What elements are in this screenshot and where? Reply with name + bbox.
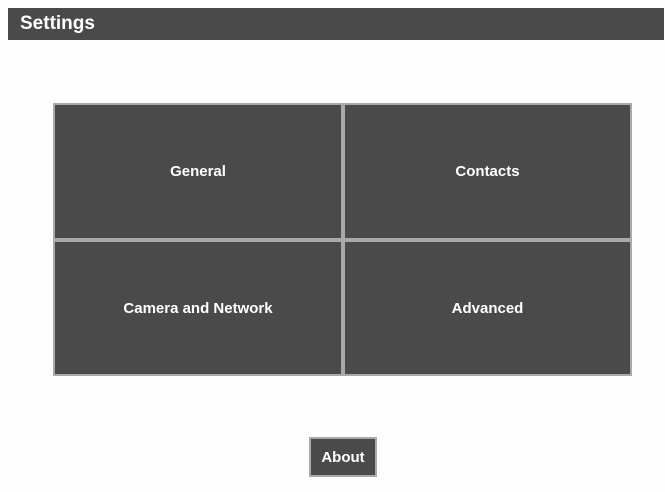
title-bar: Settings [8,8,664,40]
advanced-settings-label: Advanced [451,299,524,317]
general-settings-button[interactable]: General [53,103,343,240]
advanced-settings-button[interactable]: Advanced [343,240,632,376]
contacts-settings-button[interactable]: Contacts [343,103,632,240]
page-title: Settings [20,13,95,34]
camera-network-settings-label: Camera and Network [123,299,273,317]
about-button[interactable]: About [309,437,377,477]
camera-network-settings-button[interactable]: Camera and Network [53,240,343,376]
contacts-settings-label: Contacts [455,163,520,180]
about-label: About [321,448,365,466]
general-settings-label: General [170,163,226,180]
